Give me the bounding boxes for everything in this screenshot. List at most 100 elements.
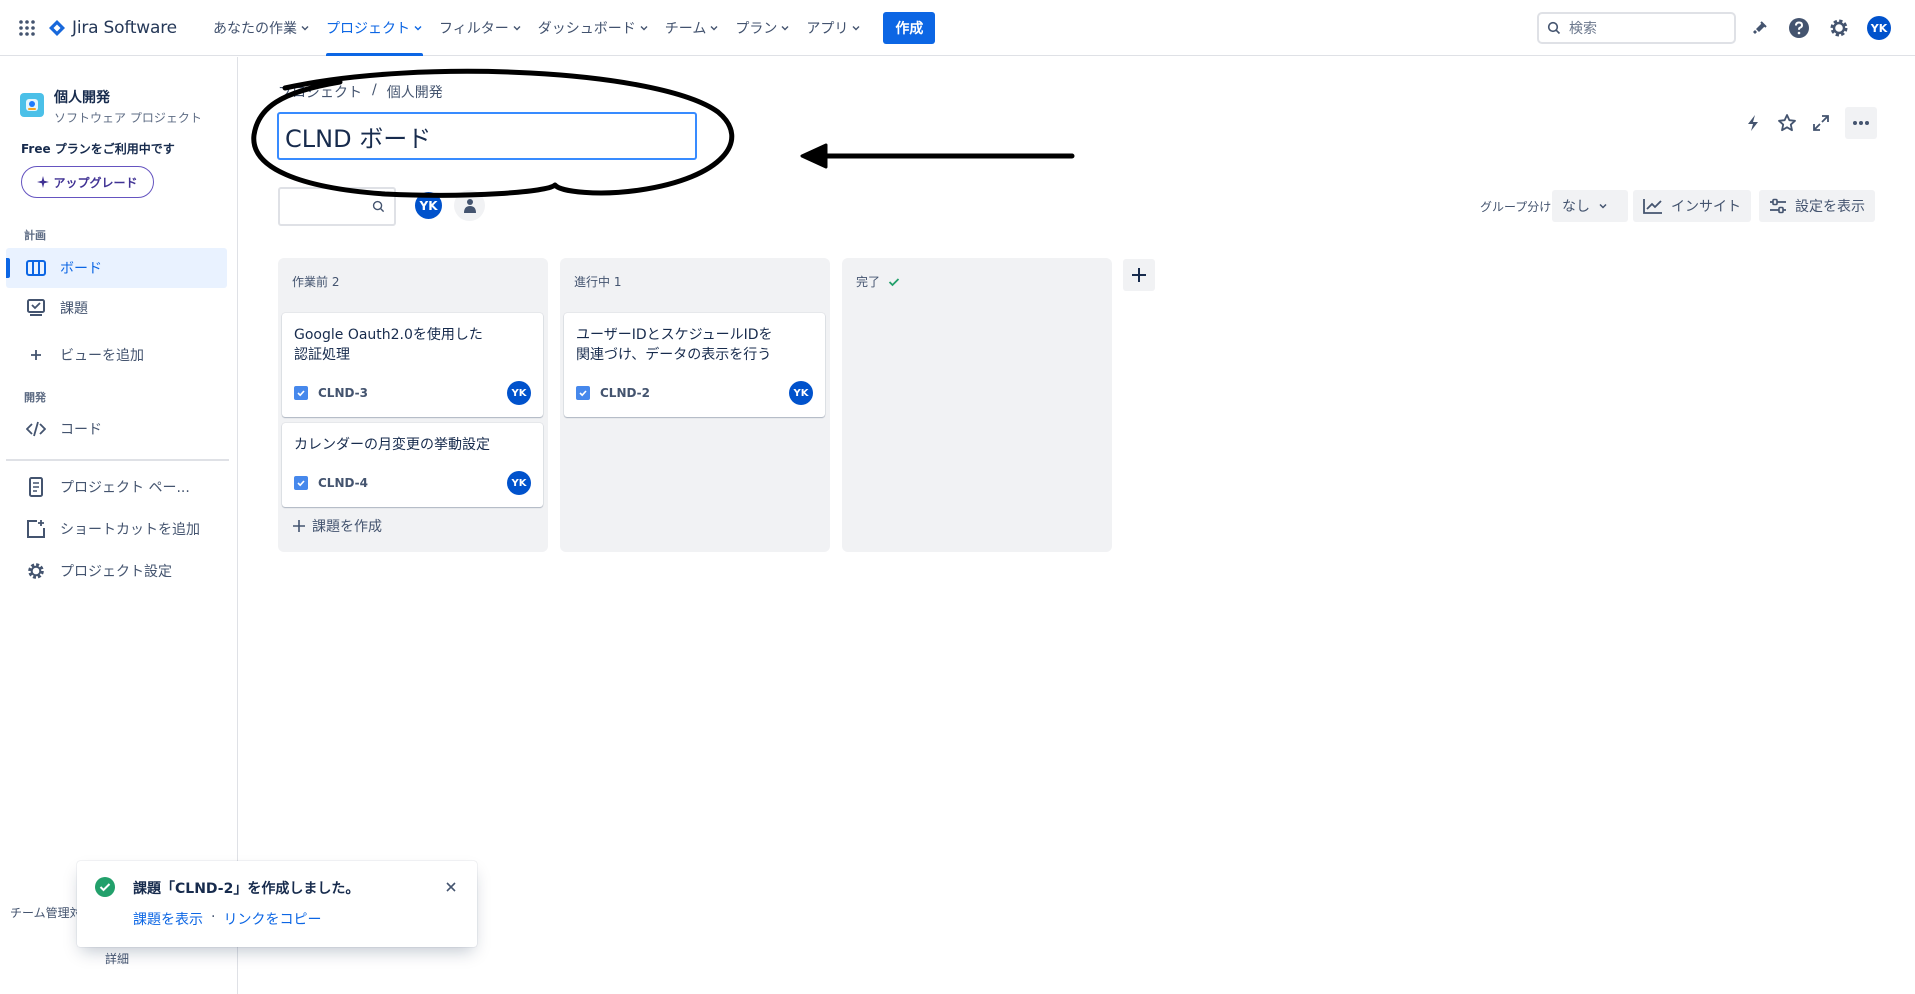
code-icon [26,421,46,437]
create-issue-label: 課題を作成 [312,519,382,535]
sidebar-item-add-view[interactable]: ビューを追加 [6,335,227,375]
annotation-arrow-head [800,143,828,169]
issue-card-footer: CLND-3 YK [294,381,531,405]
apps-grid-icon[interactable] [14,15,40,41]
check-icon [888,277,900,287]
team-managed-text: チーム管理対 [10,906,82,920]
toast-separator: · [211,909,216,925]
view-settings-button[interactable]: 設定を表示 [1759,190,1875,222]
notification-icon[interactable] [1746,15,1772,41]
nav-teams[interactable]: チーム [657,0,728,56]
column-title: 作業前 2 [292,275,340,289]
project-header[interactable]: 個人開発 ソフトウェア プロジェクト [20,87,202,126]
assignee-avatar[interactable]: YK [507,471,531,495]
plus-icon [26,347,46,363]
settings-icon [26,561,46,581]
add-column-button[interactable] [1123,259,1155,291]
column-header: 進行中 1 [574,273,621,290]
group-by-select[interactable]: なし [1552,190,1628,222]
search-placeholder: 検索 [1569,21,1597,37]
sidebar-item-label: プロジェクト ペー... [60,480,190,496]
chevron-down-icon [512,23,522,33]
chevron-down-icon [851,23,861,33]
nav-label: あなたの作業 [213,21,297,37]
detail-link[interactable]: 詳細 [105,950,129,967]
create-button[interactable]: 作成 [883,12,936,44]
task-checkbox-icon [576,386,590,400]
upgrade-button[interactable]: アップグレード [21,166,154,198]
chevron-down-icon [639,23,649,33]
board-title-input[interactable]: CLND ボード [277,112,697,160]
nav-your-work[interactable]: あなたの作業 [205,0,318,56]
chevron-down-icon [780,23,790,33]
upgrade-label: アップグレード [53,175,138,190]
issue-card[interactable]: カレンダーの月変更の挙動設定 CLND-4 YK [282,423,543,507]
group-by-label: グループ分け [1480,200,1552,214]
help-icon[interactable] [1786,15,1812,41]
create-issue-button[interactable]: 課題を作成 [292,516,382,536]
column-title: 進行中 1 [574,275,622,289]
board-column-done: 完了 [842,258,1112,552]
jira-logo[interactable]: Jira Software [48,14,177,42]
sidebar-item-add-shortcut[interactable]: ショートカットを追加 [6,509,227,549]
breadcrumb-separator: / [372,82,377,98]
view-settings-label: 設定を表示 [1795,199,1865,215]
issue-key[interactable]: CLND-3 [318,386,368,400]
settings-icon[interactable] [1826,15,1852,41]
more-options-icon[interactable] [1845,107,1877,139]
sidebar-item-project-settings[interactable]: プロジェクト設定 [6,551,227,591]
star-icon[interactable] [1773,109,1801,137]
issue-card[interactable]: Google Oauth2.0を使用した認証処理 CLND-3 YK [282,313,543,417]
breadcrumb-project[interactable]: 個人開発 [387,82,443,102]
chevron-down-icon [413,23,423,33]
sidebar-item-board[interactable]: ボード [6,248,227,288]
unassigned-filter-icon[interactable] [454,190,485,221]
sliders-icon [1769,198,1787,214]
product-name: Jira Software [72,18,177,38]
search-input[interactable]: 検索 [1537,12,1736,44]
assignee-avatar[interactable]: YK [507,381,531,405]
chevron-down-icon [709,23,719,33]
close-icon[interactable] [441,877,461,897]
issue-title: カレンダーの月変更の挙動設定 [294,437,490,453]
board-search-input[interactable] [278,187,396,226]
top-navigation: Jira Software あなたの作業 プロジェクト フィルター ダッシュボー… [0,0,1915,56]
breadcrumb-projects[interactable]: プロジェクト [278,82,362,102]
automation-icon[interactable] [1739,109,1767,137]
sidebar: 個人開発 ソフトウェア プロジェクト Free プランをご利用中です アップグレ… [0,57,238,994]
chevron-down-icon [300,23,310,33]
issues-icon [26,299,46,317]
nav-filters[interactable]: フィルター [431,0,530,56]
column-title: 完了 [856,275,881,289]
chevron-down-icon [1598,201,1608,211]
assignee-avatar[interactable]: YK [789,381,813,405]
toast-actions: 課題を表示 · リンクをコピー [133,909,321,929]
issue-key[interactable]: CLND-4 [318,476,368,490]
issue-key[interactable]: CLND-2 [600,386,650,400]
success-check-icon [95,877,115,897]
sidebar-item-code[interactable]: コード [6,409,227,449]
sidebar-item-issues[interactable]: 課題 [6,288,227,328]
copy-link-link[interactable]: リンクをコピー [223,909,321,929]
assignee-filter-avatar[interactable]: YK [413,190,444,221]
issue-card[interactable]: ユーザーIDとスケジュールIDを関連づけ、データの表示を行う CLND-2 YK [564,313,825,417]
fullscreen-icon[interactable] [1807,109,1835,137]
nav-plans[interactable]: プラン [727,0,798,56]
nav-projects[interactable]: プロジェクト [318,0,431,56]
column-header: 完了 [856,273,900,290]
task-checkbox-icon [294,476,308,490]
board-icon [26,260,46,276]
column-header: 作業前 2 [292,273,339,290]
toast-title: 課題「CLND-2」を作成しました。 [133,881,360,897]
insights-button[interactable]: インサイト [1633,190,1751,222]
sidebar-item-project-pages[interactable]: プロジェクト ペー... [6,467,227,507]
board-column-in-progress: 進行中 1 ユーザーIDとスケジュールIDを関連づけ、データの表示を行う CLN… [560,258,830,552]
user-avatar[interactable]: YK [1867,16,1891,40]
nav-dashboards[interactable]: ダッシュボード [530,0,657,56]
view-issue-link[interactable]: 課題を表示 [133,909,203,929]
group-by-value: なし [1562,199,1590,215]
sidebar-item-label: 課題 [60,301,88,317]
board-title-text: CLND ボード [285,124,432,153]
sidebar-divider [6,459,229,461]
nav-apps[interactable]: アプリ [798,0,869,56]
